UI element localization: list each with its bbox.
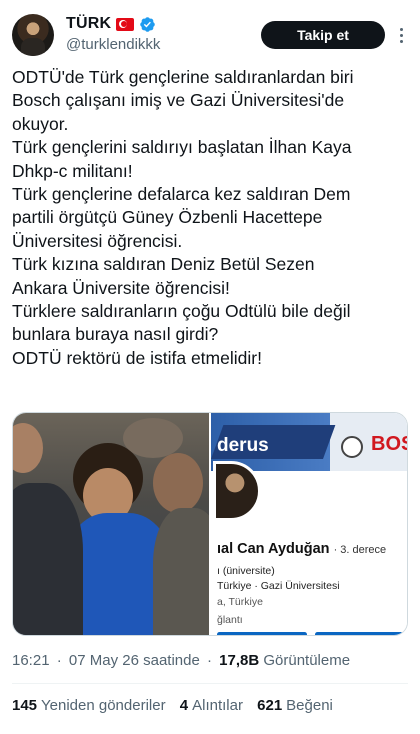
media-photo-profile[interactable]: derus BOS ıal Can Ayduğan · 3. derece ı … (211, 413, 407, 635)
author-avatar[interactable] (12, 14, 54, 56)
tweet-time[interactable]: 16:21 (12, 652, 50, 669)
tweet-header: TÜRK @turklendikkk Takip et (12, 12, 408, 56)
banner-brand-logo-text: BOS (371, 433, 407, 455)
profile-name: ıal Can Ayduğan · 3. derece (217, 541, 387, 557)
tweet-line: Bosch çalışanı imiş ve Gazi Üniversitesi… (12, 90, 345, 111)
tweet-line: Türklere saldıranların çoğu Odtülü bile … (12, 301, 351, 322)
views-count: 17,8B (219, 652, 260, 669)
quotes-stat[interactable]: 4 Alıntılar (180, 697, 243, 714)
tweet-line: ODTÜ'de Türk gençlerine saldıranlardan b… (12, 67, 354, 87)
tweet-date[interactable]: 07 May 26 saatinde (69, 652, 200, 669)
retweets-stat[interactable]: 145 Yeniden gönderiler (12, 697, 166, 714)
meta-separator: · (56, 652, 62, 669)
tweet-line: partili örgütçü Güney Özbenli Hacettepe (12, 207, 323, 228)
meta-separator: · (206, 652, 212, 669)
profile-line-2: Türkiye · Gazi Üniversitesi (217, 580, 340, 592)
follow-button[interactable]: Takip et (261, 21, 385, 49)
retweets-label: Yeniden gönderiler (41, 697, 166, 714)
views-label: Görüntüleme (263, 652, 351, 669)
tweet-text: ODTÜ'de Türk gençlerine saldıranlardan b… (12, 66, 412, 370)
media-photo-crowd[interactable] (13, 413, 209, 635)
tweet-line: Ankara Üniversite öğrencisi! (12, 277, 230, 298)
tweet-line: Türk gençlerine defalarca kez saldıran D… (12, 184, 351, 205)
likes-stat[interactable]: 621 Beğeni (257, 697, 333, 714)
tweet-media: derus BOS ıal Can Ayduğan · 3. derece ı … (12, 412, 408, 636)
tweet-meta: 16:21 · 07 May 26 saatinde · 17,8B Görün… (12, 652, 350, 669)
tweet-line: Türk kızına saldıran Deniz Betül Sezen (12, 254, 315, 275)
tweet-line: Türk gençlerini saldırıyı başlatan İlhan… (12, 137, 352, 158)
divider (12, 683, 408, 684)
brand-logo-icon (341, 436, 363, 458)
verified-badge-icon (140, 16, 156, 32)
tweet-line: okuyor. (12, 113, 69, 134)
profile-line-4: ğlantı (217, 614, 243, 626)
profile-line-1: ı (üniversite) (217, 565, 275, 577)
author-display-name[interactable]: TÜRK (66, 15, 111, 33)
banner-brand-text: derus (217, 435, 269, 456)
more-options-icon[interactable] (394, 22, 408, 48)
author-handle[interactable]: @turklendikkk (66, 36, 160, 53)
turkey-flag-icon (116, 17, 135, 31)
profile-degree: · 3. derece (333, 544, 387, 556)
author-name-row: TÜRK (66, 15, 156, 33)
tweet-line: Üniversitesi öğrencisi. (12, 230, 183, 251)
tweet-line: ODTÜ rektörü de istifa etmelidir! (12, 347, 262, 368)
quotes-count: 4 (179, 697, 189, 714)
profile-line-3: a, Türkiye (217, 596, 263, 608)
tweet-line: Dhkp-c militanı! (12, 160, 133, 181)
quotes-label: Alıntılar (192, 697, 243, 714)
profile-action-bar (315, 632, 403, 635)
profile-action-bar (217, 632, 307, 635)
likes-label: Beğeni (286, 697, 333, 714)
likes-count: 621 (257, 697, 283, 714)
retweets-count: 145 (12, 697, 38, 714)
tweet-line: bunlara buraya nasıl girdi? (12, 324, 219, 345)
tweet-stats: 145 Yeniden gönderiler 4 Alıntılar 621 Beğe… (12, 697, 343, 714)
